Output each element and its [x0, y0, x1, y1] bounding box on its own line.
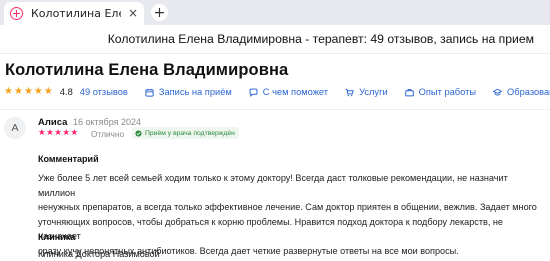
review-comment: Уже более 5 лет всей семьей ходим только…	[38, 171, 546, 259]
star-icon: ★	[62, 128, 70, 138]
review-rating-stars: ★ ★ ★ ★ ★	[38, 129, 79, 138]
star-icon: ★	[4, 86, 13, 97]
browser-tab-strip: Колотилина Елена Вла × +	[0, 0, 550, 25]
avatar: А	[4, 117, 26, 139]
verified-appointment-badge: Приём у врача подтверждён	[132, 127, 239, 139]
star-icon: ★	[54, 128, 62, 138]
close-tab-icon[interactable]: ×	[128, 6, 138, 20]
services-link-label: Услуги	[359, 87, 388, 97]
star-icon: ★	[33, 86, 43, 97]
experience-link[interactable]: Опыт работы	[404, 87, 477, 97]
star-icon: ★	[38, 128, 46, 138]
star-icon: ★	[13, 86, 23, 97]
review-date: 16 октября 2024	[73, 117, 142, 127]
comment-line: уточняющих вопросов, чтобы добраться к к…	[38, 216, 503, 242]
comment-line: Уже более 5 лет всей семьей ходим только…	[38, 173, 508, 198]
tab-title: Колотилина Елена Вла	[31, 7, 121, 20]
browser-tab[interactable]: Колотилина Елена Вла ×	[4, 2, 144, 25]
star-icon: ★	[43, 86, 53, 97]
review-rating-label: Отлично	[91, 129, 125, 139]
clinic-name: Клиника Доктора Назимовой	[38, 249, 160, 259]
calendar-icon	[145, 88, 154, 97]
doctor-meta-row: ★ ★ ★ ★ ★ 4.8 49 отзывов Запись на приём…	[4, 85, 550, 99]
new-tab-button[interactable]: +	[151, 4, 168, 21]
education-link[interactable]: Образование	[493, 87, 550, 97]
appointment-link-label: Запись на приём	[158, 87, 232, 97]
helps-with-link-label: С чем поможет	[262, 87, 329, 97]
doctor-name: Колотилина Елена Владимировна	[5, 61, 289, 79]
reviews-count-link[interactable]: 49 отзывов	[80, 87, 128, 97]
briefcase-icon	[404, 88, 414, 96]
appointment-link[interactable]: Запись на приём	[145, 87, 232, 97]
clinic-section-title: Клиника	[38, 232, 76, 242]
comment-section-title: Комментарий	[38, 154, 99, 164]
cart-icon	[345, 88, 354, 96]
star-icon: ★	[70, 128, 79, 138]
verified-badge-label: Приём у врача подтверждён	[145, 129, 235, 137]
page-heading: Колотилина Елена Владимировна - терапевт…	[107, 32, 534, 46]
comment-line: ненужных препаратов, а всегда только эфф…	[38, 202, 537, 213]
star-icon: ★	[46, 128, 54, 138]
check-icon	[135, 129, 142, 137]
doctor-rating-stars: ★ ★ ★ ★ ★	[4, 87, 54, 97]
experience-link-label: Опыт работы	[418, 87, 477, 97]
services-link[interactable]: Услуги	[345, 87, 388, 97]
chat-icon	[249, 88, 258, 97]
page-header: Колотилина Елена Владимировна - терапевт…	[0, 25, 550, 54]
divider	[0, 109, 550, 110]
graduation-icon	[493, 88, 503, 96]
site-favicon-icon	[10, 7, 23, 20]
star-icon: ★	[23, 86, 33, 97]
helps-with-link[interactable]: С чем поможет	[249, 87, 328, 97]
education-link-label: Образование	[507, 87, 550, 97]
doctor-rating-value: 4.8	[59, 87, 73, 97]
review-author: Алиса	[38, 117, 68, 128]
